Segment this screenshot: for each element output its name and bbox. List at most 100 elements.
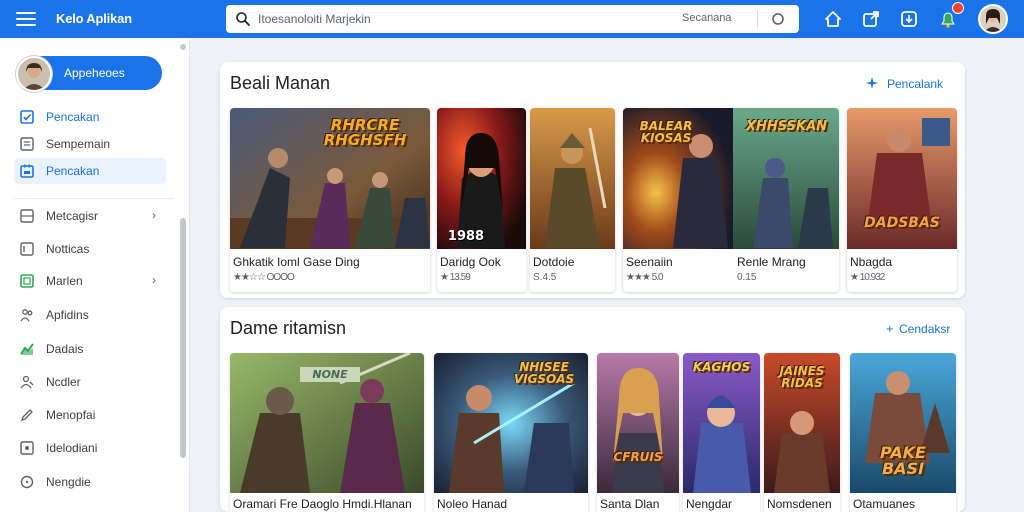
game-art-title: RHRCRE RHGHSFH <box>323 116 407 149</box>
user-avatar[interactable] <box>978 4 1008 34</box>
game-title: Nbagda <box>850 255 893 269</box>
game-thumbnail <box>597 353 679 493</box>
game-rating: ★ 13.59 <box>440 272 471 283</box>
game-title: Santa Dlan <box>600 497 660 511</box>
plus-icon: + <box>886 321 894 336</box>
document-icon <box>20 242 34 256</box>
game-title: Daridg Ook <box>440 255 501 269</box>
voice-search-icon[interactable] <box>770 11 786 27</box>
search-button[interactable]: Secanana <box>682 12 732 24</box>
menu-icon[interactable] <box>14 9 38 29</box>
game-art-title: JAINES RIDAS <box>779 364 825 390</box>
game-card[interactable]: PAKE BASI Otamuanes <box>850 353 956 512</box>
game-art-title: XHHSSKAN <box>745 119 828 134</box>
sidebar-item-label: Menopfai <box>46 408 96 422</box>
game-card[interactable]: NHISEE VIGSOAS Noleo Hanad <box>434 353 588 512</box>
sidebar-scrollbar[interactable] <box>180 218 186 458</box>
game-rating: ★★★ 5.0 <box>626 272 664 283</box>
game-title: Nengdar <box>686 497 733 511</box>
sidebar-item-marlen[interactable]: Marlen › <box>14 268 166 294</box>
sidebar-item-apfidins[interactable]: Apfidins <box>14 302 166 328</box>
user-icon <box>20 375 34 389</box>
game-card[interactable]: CFRUIS Santa Dlan <box>597 353 679 512</box>
calendar-icon <box>20 164 34 178</box>
sidebar-item-pencakan-selected[interactable]: Pencakan <box>14 158 166 184</box>
sidebar-item-nengdie[interactable]: Nengdie <box>14 469 166 495</box>
game-title: Oramari Fre Daoglo Hmdi.Hlanan <box>233 497 412 511</box>
game-title: Dotdoie <box>533 255 575 269</box>
home-icon[interactable] <box>823 9 843 29</box>
search-divider <box>757 10 758 28</box>
sidebar-item-notticas[interactable]: Notticas <box>14 236 166 262</box>
section-beali-manan: Beali Manan Pencalank RHRCRE RHGHSFH Ghka… <box>220 62 965 298</box>
sidebar-item-label: Marlen <box>46 274 83 288</box>
game-card[interactable]: DADSBAS Nbagda ★ 10.932 <box>847 108 957 292</box>
game-title: Ghkatik Ioml Gase Ding <box>233 255 360 269</box>
edit-icon <box>20 409 33 422</box>
profile-avatar[interactable] <box>16 56 52 92</box>
see-more-link[interactable]: Cendaksr <box>899 322 950 336</box>
page-scrollbar[interactable] <box>1010 38 1024 512</box>
sidebar-item-label: Apfidins <box>46 308 89 322</box>
notification-badge <box>952 2 964 14</box>
section-dame-ritamisn: Dame ritamisn + Cendaksr NONE Oramari Fr… <box>220 307 965 512</box>
sidebar-item-label: Pencakan <box>46 164 100 178</box>
game-art-title: NONE <box>300 367 360 382</box>
sidebar-item-menopfai[interactable]: Menopfai <box>14 402 166 428</box>
list-icon <box>20 137 34 151</box>
people-icon <box>20 309 33 322</box>
game-thumbnail <box>530 108 615 249</box>
sidebar-item-label: Notticas <box>46 242 90 256</box>
sidebar-item-label: Idelodiani <box>46 441 98 455</box>
sidebar-item-idelodiani[interactable]: Idelodiani <box>14 435 166 461</box>
sidebar-item-label: Pencakan <box>46 110 100 124</box>
game-art-title: KAGHOS <box>692 360 751 374</box>
game-title: Seenaiin <box>626 255 673 269</box>
sidebar-item-dadais[interactable]: Dadais <box>14 336 166 362</box>
sidebar-item-ncdler[interactable]: Ncdler <box>14 369 166 395</box>
share-icon[interactable] <box>861 9 881 29</box>
profile-label: Appeheoes <box>64 66 125 80</box>
top-app-bar: Kelo Aplikan Secanana <box>0 0 1024 38</box>
game-meta: 0.15 <box>737 272 757 283</box>
app-title: Kelo Aplikan <box>56 11 132 26</box>
game-title: Otamuanes <box>853 497 916 511</box>
section-title: Dame ritamisn <box>230 318 347 338</box>
sidebar-item-pencakan[interactable]: Pencakan <box>14 104 166 130</box>
game-art-title: 1988 <box>447 229 485 244</box>
sidebar-scroll-arrow[interactable] <box>180 44 186 50</box>
see-more-link[interactable]: Pencalank <box>887 77 943 91</box>
section-title: Beali Manan <box>230 73 331 93</box>
game-title: Nomsdenen <box>767 497 832 511</box>
sidebar-item-label: Sempemain <box>46 137 111 151</box>
game-art-title: BALEAR KIOSAS <box>639 119 693 145</box>
help-icon <box>20 475 34 489</box>
game-art-title: CFRUIS <box>613 450 663 464</box>
sidebar-item-label: Ncdler <box>46 375 81 389</box>
sidebar-item-sempemain[interactable]: Sempemain <box>14 131 166 157</box>
game-meta: S.4.5 <box>533 272 557 283</box>
game-rating: ★ 10.932 <box>850 272 885 283</box>
game-card[interactable]: KAGHOS Nengdar <box>683 353 760 512</box>
game-card[interactable]: RHRCRE RHGHSFH Ghkatik Ioml Gase Ding ★★☆… <box>230 108 430 292</box>
chart-icon <box>20 343 34 355</box>
search-icon <box>236 12 250 26</box>
game-art-title: NHISEE VIGSOAS <box>513 360 575 386</box>
sidebar: Appeheoes Pencakan Sempemain Pencakan Me… <box>0 38 190 512</box>
game-card[interactable]: 1988 Daridg Ook ★ 13.59 <box>437 108 526 292</box>
chevron-right-icon: › <box>152 273 156 287</box>
folder-icon <box>20 274 34 288</box>
search-bar[interactable]: Secanana <box>226 5 799 33</box>
sparkle-icon <box>866 77 878 89</box>
game-card[interactable]: Dotdoie S.4.5 <box>530 108 615 292</box>
game-card[interactable]: JAINES RIDAS Nomsdenen <box>764 353 840 512</box>
sidebar-item-metcagisr[interactable]: Metcagisr › <box>14 203 166 229</box>
game-title: Renle Mrang <box>737 255 806 269</box>
download-icon[interactable] <box>899 9 919 29</box>
game-rating: ★★☆☆ OOOO <box>233 272 295 283</box>
game-card[interactable]: NONE Oramari Fre Daoglo Hmdi.Hlanan <box>230 353 424 512</box>
game-art-title: PAKE BASI <box>880 443 926 478</box>
game-card[interactable]: BALEAR KIOSAS XHHSSKAN Seenaiin ★★★ 5.0 R… <box>623 108 839 292</box>
search-input[interactable] <box>258 9 678 29</box>
game-thumbnail <box>683 353 760 493</box>
